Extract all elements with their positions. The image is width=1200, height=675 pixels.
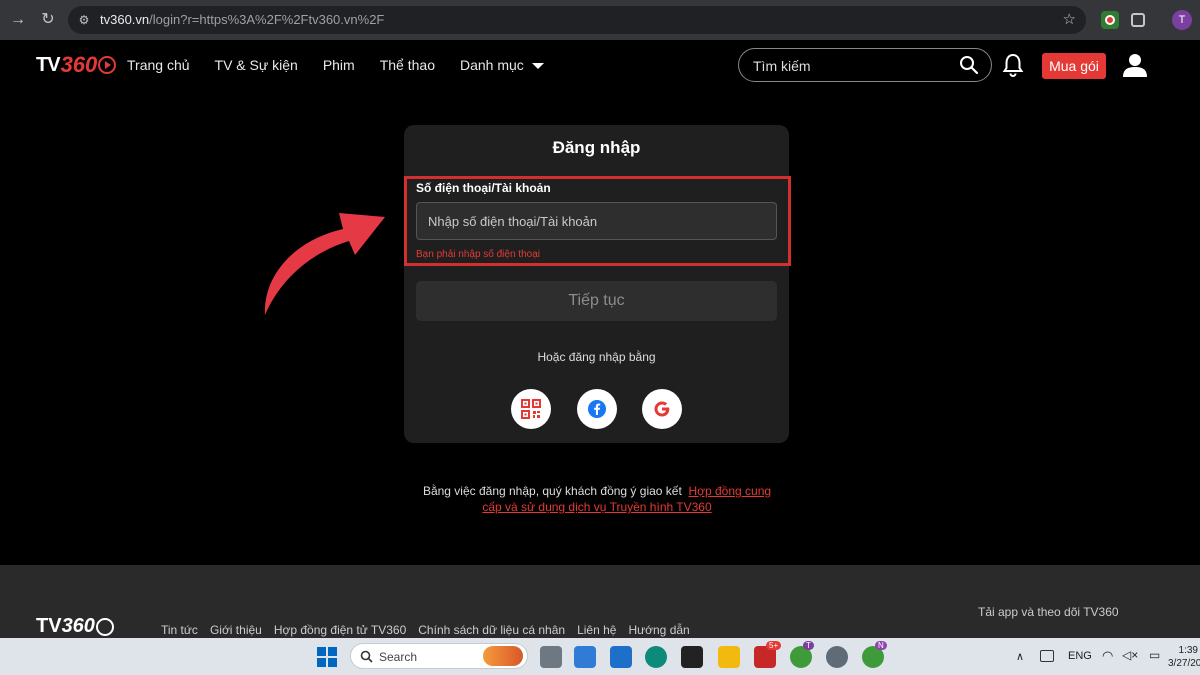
- search-icon[interactable]: [959, 55, 979, 75]
- nav-sports[interactable]: Thể thao: [380, 57, 435, 73]
- clock-time: 1:39: [1178, 645, 1198, 656]
- language-indicator[interactable]: ENG: [1068, 650, 1092, 662]
- footer-app-text: Tải app và theo dõi TV360: [978, 605, 1119, 619]
- edge-icon[interactable]: [645, 646, 667, 668]
- footer-link-news[interactable]: Tin tức: [161, 623, 198, 637]
- chrome-icon[interactable]: T: [790, 641, 814, 668]
- user-icon[interactable]: [1122, 52, 1148, 78]
- facebook-icon: [588, 400, 606, 418]
- annotation-arrow-icon: [264, 213, 385, 315]
- or-login-with-text: Hoặc đăng nhập bằng: [537, 350, 656, 364]
- nav-categories[interactable]: Danh mục: [460, 57, 544, 73]
- browser-toolbar: → ↻ ⚙ tv360.vn/login?r=https%3A%2F%2Ftv3…: [0, 0, 1200, 40]
- windows-start-icon[interactable]: [317, 647, 337, 667]
- logo-num-text: 360: [60, 52, 98, 77]
- clock-date: 3/27/20: [1168, 658, 1200, 669]
- mail-icon[interactable]: [610, 646, 632, 668]
- footer-link-guide[interactable]: Hướng dẫn: [628, 623, 689, 637]
- nav-categories-label: Danh mục: [459, 57, 524, 73]
- phone-error-text: Bạn phải nhập số điện thoại: [416, 249, 540, 260]
- extension-icon[interactable]: [1101, 11, 1119, 29]
- profile-avatar[interactable]: T: [1172, 10, 1192, 30]
- footer-logo[interactable]: TV 360: [36, 615, 114, 638]
- battery-icon[interactable]: ▭: [1149, 648, 1160, 662]
- extensions-puzzle-icon[interactable]: [1131, 13, 1145, 27]
- search-box[interactable]: Tìm kiếm: [738, 48, 992, 82]
- footer-link-contact[interactable]: Liên hệ: [577, 623, 616, 637]
- task-view-icon[interactable]: [540, 646, 562, 668]
- footer-link-contract[interactable]: Hợp đồng điện tử TV360: [274, 623, 406, 637]
- taskbar-search[interactable]: Search: [350, 643, 528, 669]
- phone-input[interactable]: [416, 202, 777, 240]
- terms-text: Bằng việc đăng nhập, quý khách đồng ý gi…: [412, 483, 782, 515]
- address-bar[interactable]: ⚙ tv360.vn/login?r=https%3A%2F%2Ftv360.v…: [68, 6, 1086, 34]
- reload-icon[interactable]: ↻: [36, 8, 60, 32]
- url-text[interactable]: tv360.vn/login?r=https%3A%2F%2Ftv360.vn%…: [100, 12, 384, 27]
- facebook-login-button[interactable]: [577, 389, 617, 429]
- google-icon: [654, 401, 670, 417]
- site-info-icon[interactable]: ⚙: [76, 12, 92, 28]
- footer-links: Tin tức Giới thiệu Hợp đồng điện tử TV36…: [161, 623, 690, 637]
- chrome-second-icon[interactable]: N: [862, 641, 887, 668]
- qr-login-button[interactable]: [511, 389, 551, 429]
- site-footer: TV 360 Tin tức Giới thiệu Hợp đồng điện …: [0, 565, 1200, 638]
- footer-link-about[interactable]: Giới thiệu: [210, 623, 262, 637]
- search-placeholder: Tìm kiếm: [753, 58, 811, 74]
- volume-muted-icon[interactable]: ◁×: [1122, 648, 1138, 662]
- wifi-icon[interactable]: ◠: [1102, 648, 1113, 664]
- bookmark-star-icon[interactable]: ☆: [1063, 10, 1076, 28]
- store-icon[interactable]: [574, 646, 596, 668]
- continue-button[interactable]: Tiếp tục: [416, 281, 777, 321]
- windows-taskbar: Search 5+ T N ∧ ENG ◠ ◁× ▭ 1:39 3/27/20: [0, 638, 1200, 675]
- url-host: tv360.vn: [100, 12, 150, 27]
- play-icon: [98, 56, 117, 74]
- chrome-profile-badge: T: [803, 641, 814, 650]
- phone-field-label: Số điện thoại/Tài khoản: [416, 181, 551, 195]
- footer-logo-num: 360: [61, 615, 95, 637]
- terms-prefix: Bằng việc đăng nhập, quý khách đồng ý gi…: [422, 484, 682, 498]
- nav-home[interactable]: Trang chủ: [127, 57, 190, 73]
- qr-code-icon: [521, 399, 541, 419]
- footer-link-privacy[interactable]: Chính sách dữ liệu cá nhân: [418, 623, 565, 637]
- url-path: /login?r=https%3A%2F%2Ftv360.vn%2F: [149, 12, 385, 27]
- chrome-second-badge: N: [875, 641, 887, 650]
- footer-logo-tv: TV: [36, 615, 62, 637]
- settings-gear-icon[interactable]: [826, 646, 848, 668]
- taskbar-search-icon: [360, 650, 373, 663]
- logo-tv-text: TV: [36, 53, 61, 76]
- search-highlight-icon: [483, 646, 523, 666]
- system-clock[interactable]: 1:39 3/27/20: [1168, 644, 1200, 670]
- caret-down-icon: [531, 63, 544, 70]
- buy-package-button[interactable]: Mua gói: [1042, 53, 1106, 79]
- zalo-badge: 5+: [766, 641, 782, 650]
- file-explorer-icon[interactable]: [718, 646, 740, 668]
- bell-icon[interactable]: [1002, 53, 1024, 77]
- tray-app-icon[interactable]: [1040, 650, 1054, 662]
- nav-tv-events[interactable]: TV & Sự kiện: [215, 57, 298, 73]
- google-login-button[interactable]: [642, 389, 682, 429]
- forward-arrow-icon[interactable]: →: [6, 8, 30, 32]
- main-nav: Trang chủ TV & Sự kiện Phim Thể thao Dan…: [127, 57, 544, 73]
- chevron-up-icon[interactable]: ∧: [1016, 650, 1024, 663]
- footer-play-icon: [95, 617, 114, 636]
- taskbar-search-label: Search: [379, 650, 418, 664]
- nav-movies[interactable]: Phim: [323, 57, 355, 73]
- zalo-icon[interactable]: 5+: [754, 641, 782, 668]
- tv360-logo[interactable]: TV 360: [36, 52, 117, 78]
- capcut-icon[interactable]: [681, 646, 703, 668]
- login-title: Đăng nhập: [552, 138, 641, 157]
